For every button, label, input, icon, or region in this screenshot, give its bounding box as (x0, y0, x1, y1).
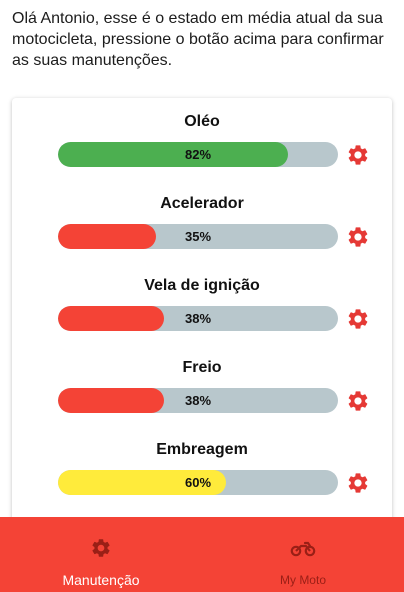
gear-icon[interactable] (346, 143, 370, 167)
nav-label-my-moto: My Moto (279, 573, 326, 587)
maintenance-item-acelerador: Acelerador 35% (12, 180, 392, 262)
maintenance-item-embreagem: Embreagem 60% (12, 426, 392, 508)
gear-icon (92, 539, 110, 557)
nav-label-manutencao: Manutenção (62, 572, 140, 588)
maintenance-card: Oléo 82% Acelerador 35% Vela de ignição … (12, 98, 392, 538)
item-title: Freio (182, 359, 222, 376)
item-title: Oléo (184, 113, 220, 130)
nav-tab-manutencao[interactable]: Manutenção (0, 517, 202, 592)
progress-label: 82% (184, 147, 212, 162)
item-title: Acelerador (160, 195, 244, 212)
gear-icon[interactable] (346, 225, 370, 249)
bottom-navigation: Manutenção My Moto (0, 517, 404, 592)
item-title: Vela de ignição (144, 277, 260, 294)
nav-tab-my-moto[interactable]: My Moto (202, 517, 404, 592)
gear-icon[interactable] (346, 471, 370, 495)
motorcycle-icon (290, 541, 316, 557)
maintenance-item-freio: Freio 38% (12, 344, 392, 426)
intro-text: Olá Antonio, esse é o estado em média at… (12, 10, 384, 69)
progress-label: 35% (184, 229, 212, 244)
gear-icon[interactable] (346, 307, 370, 331)
progress-label: 60% (184, 475, 212, 490)
maintenance-item-oleo: Oléo 82% (12, 98, 392, 180)
progress-bar: 35% (58, 224, 338, 249)
progress-bar: 38% (58, 306, 338, 331)
maintenance-item-vela: Vela de ignição 38% (12, 262, 392, 344)
progress-bar: 82% (58, 142, 338, 167)
progress-label: 38% (184, 393, 212, 408)
gear-icon[interactable] (346, 389, 370, 413)
progress-bar: 60% (58, 470, 338, 495)
progress-bar: 38% (58, 388, 338, 413)
item-title: Embreagem (156, 441, 248, 458)
progress-label: 38% (184, 311, 212, 326)
